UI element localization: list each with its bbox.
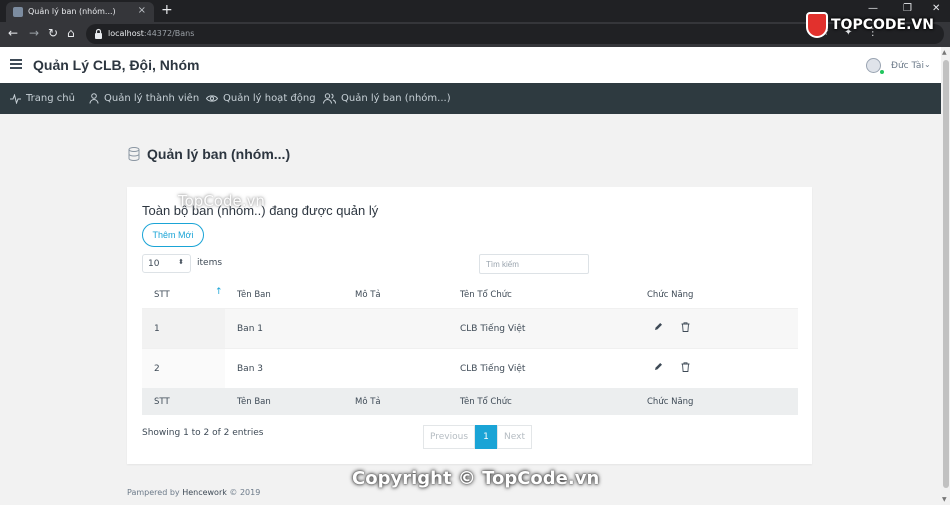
column-header-ten-to-chuc[interactable]: Tên Tổ Chức	[460, 290, 512, 300]
data-table-card: Toàn bộ ban (nhóm..) đang được quản lý T…	[127, 187, 812, 464]
app-title: Quản Lý CLB, Đội, Nhóm	[33, 57, 200, 73]
column-footer-chuc-nang: Chức Năng	[647, 397, 694, 407]
cell-ten-ban: Ban 3	[237, 364, 263, 374]
nav-item-label: Trang chủ	[26, 93, 75, 104]
table-row: 2 Ban 3 CLB Tiếng Việt	[142, 348, 798, 389]
eye-icon	[206, 95, 218, 102]
database-icon	[128, 147, 140, 161]
nav-item-label: Quản lý ban (nhóm...)	[341, 93, 451, 104]
lock-icon	[95, 28, 102, 39]
close-tab-icon[interactable]: ×	[138, 5, 146, 16]
pagination-next-button[interactable]: Next	[497, 425, 532, 449]
table-row: 1 Ban 1 CLB Tiếng Việt	[142, 308, 798, 349]
back-arrow-icon[interactable]: ←	[8, 26, 18, 40]
pagination-previous-button[interactable]: Previous	[423, 425, 475, 449]
nav-item-quan-ly-thanh-vien[interactable]: Quản lý thành viên	[89, 83, 199, 114]
url-text: localhost:44372/Bans	[108, 29, 194, 38]
sort-ascending-icon[interactable]: ↑	[215, 287, 223, 297]
add-new-button[interactable]: Thêm Mới	[142, 223, 204, 247]
select-caret-icon: ⬍	[178, 258, 184, 266]
users-icon	[323, 93, 336, 104]
pagination-page-button[interactable]: 1	[475, 425, 497, 449]
pagination: Previous 1 Next	[423, 425, 532, 449]
edit-pencil-icon[interactable]	[654, 322, 663, 331]
nav-item-label: Quản lý hoạt động	[223, 93, 316, 104]
table-header-row: STT ↑ Tên Ban Mô Tả Tên Tổ Chức Chức Năn…	[142, 281, 798, 308]
search-input[interactable]	[479, 254, 589, 274]
url-host: localhost	[108, 29, 144, 38]
scrollbar-thumb[interactable]	[943, 60, 949, 488]
column-header-stt[interactable]: STT	[154, 290, 170, 300]
app-header: Quản Lý CLB, Đội, Nhóm Đức Tài ⌄	[0, 47, 950, 83]
column-header-ten-ban[interactable]: Tên Ban	[237, 290, 271, 300]
column-footer-stt: STT	[154, 397, 170, 407]
url-path: :44372/Bans	[143, 29, 195, 38]
delete-trash-icon[interactable]	[681, 322, 690, 332]
column-footer-mo-ta: Mô Tả	[355, 397, 381, 407]
nav-item-quan-ly-ban[interactable]: Quản lý ban (nhóm...)	[323, 83, 451, 114]
page-size-value: 10	[148, 259, 160, 269]
cell-ten-to-chuc: CLB Tiếng Việt	[460, 364, 526, 374]
main-nav: Trang chủ Quản lý thành viên Quản lý hoạ…	[0, 83, 941, 114]
topcode-shield-icon	[806, 12, 828, 38]
hamburger-menu-icon[interactable]	[10, 59, 22, 69]
column-footer-ten-to-chuc: Tên Tổ Chức	[460, 397, 512, 407]
footer-copyright: © 2019	[229, 488, 261, 497]
cell-ten-ban: Ban 1	[237, 324, 263, 334]
cell-stt: 1	[154, 324, 160, 334]
reload-icon[interactable]: ↻	[48, 26, 58, 40]
table-footer-row: STT Tên Ban Mô Tả Tên Tổ Chức Chức Năng	[142, 388, 798, 415]
cell-stt: 2	[154, 364, 160, 374]
browser-tab-title: Quản lý ban (nhóm...)	[28, 7, 116, 16]
data-table: STT ↑ Tên Ban Mô Tả Tên Tổ Chức Chức Năn…	[142, 281, 798, 415]
activity-icon	[10, 93, 21, 104]
user-name[interactable]: Đức Tài	[891, 61, 924, 71]
delete-trash-icon[interactable]	[681, 362, 690, 372]
topcode-logo-text: TOPCODE.VN	[831, 17, 934, 33]
browser-tab[interactable]: Quản lý ban (nhóm...) ×	[6, 2, 154, 22]
column-footer-ten-ban: Tên Ban	[237, 397, 271, 407]
scroll-up-icon[interactable]: ▲	[942, 49, 947, 56]
watermark-copyright: Copyright © TopCode.vn	[352, 468, 600, 489]
user-icon	[89, 93, 99, 104]
column-header-chuc-nang: Chức Năng	[647, 290, 694, 300]
forward-arrow-icon[interactable]: →	[29, 26, 39, 40]
topcode-logo: TOPCODE.VN	[806, 10, 934, 40]
new-tab-button[interactable]: +	[161, 2, 173, 18]
home-icon[interactable]: ⌂	[67, 26, 75, 40]
nav-item-trang-chu[interactable]: Trang chủ	[10, 83, 75, 114]
page-heading: Quản lý ban (nhóm...)	[128, 146, 290, 162]
scroll-down-icon[interactable]: ▼	[942, 496, 947, 503]
column-header-mo-ta[interactable]: Mô Tả	[355, 290, 381, 300]
entries-info: Showing 1 to 2 of 2 entries	[142, 428, 264, 438]
footer-prefix: Pampered by	[127, 488, 180, 497]
chevron-down-icon[interactable]: ⌄	[924, 60, 931, 69]
cell-ten-to-chuc: CLB Tiếng Việt	[460, 324, 526, 334]
page-footer: Pampered by Hencework © 2019	[127, 488, 260, 497]
nav-item-label: Quản lý thành viên	[104, 93, 200, 104]
watermark-overlay-text: TopCode.vn	[178, 192, 265, 210]
online-status-dot	[879, 69, 885, 75]
site-favicon-icon	[13, 7, 23, 17]
nav-item-quan-ly-hoat-dong[interactable]: Quản lý hoạt động	[206, 83, 316, 114]
page-title: Quản lý ban (nhóm...)	[147, 146, 291, 162]
edit-pencil-icon[interactable]	[654, 362, 663, 371]
items-label: items	[197, 258, 223, 268]
page-size-select[interactable]: 10 ⬍	[142, 254, 191, 273]
footer-brand-link[interactable]: Hencework	[182, 488, 227, 497]
